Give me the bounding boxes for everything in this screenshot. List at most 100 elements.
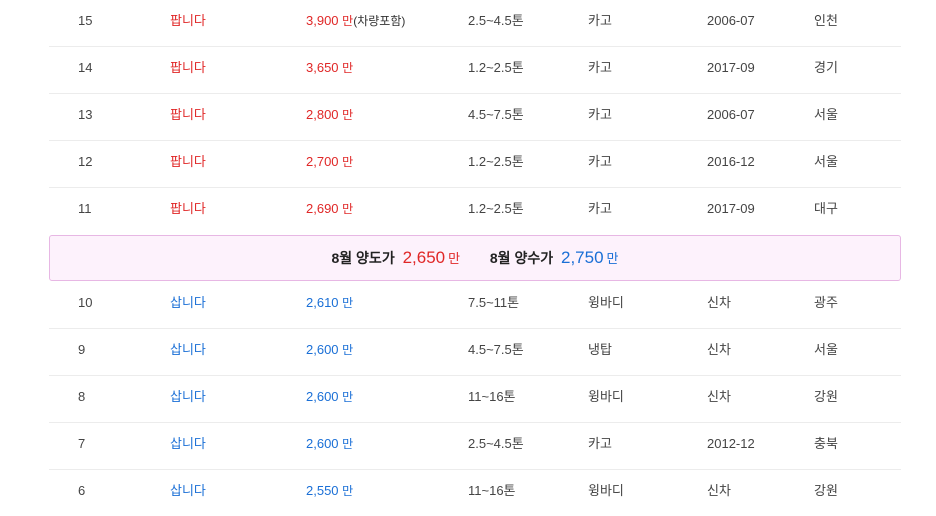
buy-price-label: 8월 양수가: [489, 250, 554, 266]
row-region: 서울: [814, 154, 838, 169]
row-number: 6: [78, 483, 86, 498]
price-value: 2,600: [306, 436, 339, 451]
row-type: 팝니다: [170, 107, 206, 122]
row-region: 서울: [814, 107, 838, 122]
price-unit: 만: [342, 296, 354, 310]
row-year: 신차: [707, 389, 731, 404]
row-year: 2017-09: [707, 201, 755, 216]
row-number: 15: [78, 13, 93, 28]
row-body-type: 윙바디: [588, 295, 624, 310]
row-price: 3,900 만(차량포함): [306, 0, 405, 46]
table-row[interactable]: 12 팝니다 2,700 만 1.2~2.5톤 카고 2016-12 서울: [49, 141, 901, 188]
price-value: 2,700: [306, 154, 339, 169]
row-number: 11: [78, 201, 92, 216]
row-region: 강원: [814, 483, 838, 498]
row-tonnage: 11~16톤: [468, 483, 516, 498]
price-value: 3,900: [306, 13, 339, 28]
row-price: 2,600 만: [306, 423, 353, 469]
row-tonnage: 11~16톤: [468, 389, 516, 404]
price-note: (차량포함): [353, 14, 406, 28]
row-year: 2006-07: [707, 107, 755, 122]
price-unit: 만: [342, 155, 354, 169]
row-region: 광주: [814, 295, 838, 310]
monthly-price-summary: 8월 양도가 2,650 만 8월 양수가 2,750 만: [49, 235, 901, 281]
row-tonnage: 1.2~2.5톤: [468, 60, 524, 75]
price-value: 2,800: [306, 107, 339, 122]
row-type: 팝니다: [170, 13, 206, 28]
row-type: 삽니다: [170, 342, 206, 357]
table-row[interactable]: 13 팝니다 2,800 만 4.5~7.5톤 카고 2006-07 서울: [49, 94, 901, 141]
row-type: 삽니다: [170, 436, 206, 451]
row-type: 팝니다: [170, 154, 206, 169]
row-year: 2006-07: [707, 13, 755, 28]
row-tonnage: 1.2~2.5톤: [468, 201, 524, 216]
row-number: 14: [78, 60, 93, 75]
row-body-type: 윙바디: [588, 389, 624, 404]
row-body-type: 카고: [588, 154, 612, 169]
price-unit: 만: [342, 14, 354, 28]
price-unit: 만: [342, 108, 354, 122]
row-year: 신차: [707, 342, 731, 357]
table-row[interactable]: 6 삽니다 2,550 만 11~16톤 윙바디 신차 강원: [49, 470, 901, 516]
buy-price-value: 2,750: [560, 248, 604, 267]
row-body-type: 윙바디: [588, 483, 624, 498]
price-value: 2,550: [306, 483, 339, 498]
table-row[interactable]: 10 삽니다 2,610 만 7.5~11톤 윙바디 신차 광주: [49, 282, 901, 329]
row-number: 9: [78, 342, 86, 357]
row-number: 8: [78, 389, 86, 404]
row-price: 2,690 만: [306, 188, 353, 234]
sell-price-value: 2,650: [402, 248, 446, 267]
table-row[interactable]: 11 팝니다 2,690 만 1.2~2.5톤 카고 2017-09 대구: [49, 188, 901, 234]
row-tonnage: 7.5~11톤: [468, 295, 520, 310]
price-unit: 만: [342, 61, 354, 75]
row-price: 3,650 만: [306, 47, 353, 93]
row-year: 신차: [707, 483, 731, 498]
row-region: 대구: [814, 201, 838, 216]
row-type: 삽니다: [170, 483, 206, 498]
row-type: 삽니다: [170, 295, 206, 310]
listing-table: 15 팝니다 3,900 만(차량포함) 2.5~4.5톤 카고 2006-07…: [49, 0, 901, 516]
row-tonnage: 4.5~7.5톤: [468, 107, 524, 122]
row-region: 경기: [814, 60, 838, 75]
table-row[interactable]: 8 삽니다 2,600 만 11~16톤 윙바디 신차 강원: [49, 376, 901, 423]
price-value: 3,650: [306, 60, 339, 75]
price-unit: 만: [342, 437, 354, 451]
price-value: 2,600: [306, 342, 339, 357]
price-value: 2,610: [306, 295, 339, 310]
row-price: 2,800 만: [306, 94, 353, 140]
row-body-type: 카고: [588, 107, 612, 122]
table-row[interactable]: 7 삽니다 2,600 만 2.5~4.5톤 카고 2012-12 충북: [49, 423, 901, 470]
row-price: 2,600 만: [306, 329, 353, 375]
row-price: 2,550 만: [306, 470, 353, 516]
row-body-type: 카고: [588, 60, 612, 75]
row-type: 팝니다: [170, 60, 206, 75]
row-body-type: 냉탑: [588, 342, 612, 357]
row-price: 2,700 만: [306, 141, 353, 187]
row-price: 2,610 만: [306, 282, 353, 328]
row-region: 충북: [814, 436, 838, 451]
row-number: 12: [78, 154, 93, 169]
price-unit: 만: [342, 390, 354, 404]
row-price: 2,600 만: [306, 376, 353, 422]
row-year: 신차: [707, 295, 731, 310]
sell-price-unit: 만: [448, 251, 461, 266]
sell-price-label: 8월 양도가: [331, 250, 395, 266]
row-type: 팝니다: [170, 201, 206, 216]
table-row[interactable]: 14 팝니다 3,650 만 1.2~2.5톤 카고 2017-09 경기: [49, 47, 901, 94]
row-tonnage: 1.2~2.5톤: [468, 154, 524, 169]
row-region: 강원: [814, 389, 838, 404]
row-tonnage: 4.5~7.5톤: [468, 342, 524, 357]
row-type: 삽니다: [170, 389, 206, 404]
row-body-type: 카고: [588, 436, 612, 451]
row-year: 2016-12: [707, 154, 755, 169]
row-number: 7: [78, 436, 86, 451]
row-body-type: 카고: [588, 201, 612, 216]
price-value: 2,600: [306, 389, 339, 404]
price-unit: 만: [342, 202, 354, 216]
row-region: 서울: [814, 342, 838, 357]
row-year: 2012-12: [707, 436, 755, 451]
price-value: 2,690: [306, 201, 339, 216]
table-row[interactable]: 9 삽니다 2,600 만 4.5~7.5톤 냉탑 신차 서울: [49, 329, 901, 376]
row-number: 13: [78, 107, 93, 122]
table-row[interactable]: 15 팝니다 3,900 만(차량포함) 2.5~4.5톤 카고 2006-07…: [49, 0, 901, 47]
